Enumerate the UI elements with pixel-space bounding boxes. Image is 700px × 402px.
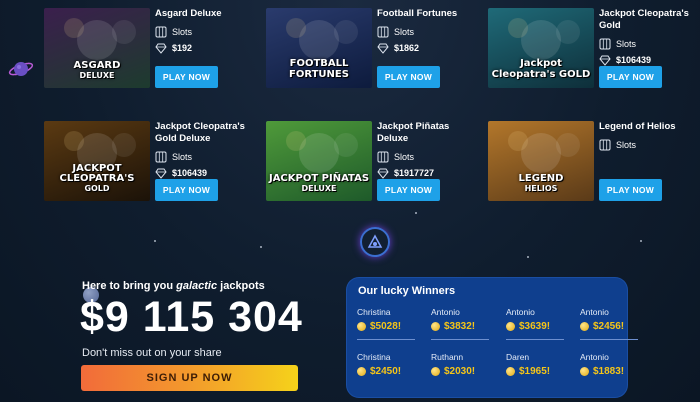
star-decoration [415, 212, 417, 214]
play-now-button[interactable]: PLAY NOW [155, 179, 218, 201]
game-thumbnail[interactable]: LEGEND HELIOS [488, 121, 594, 201]
sign-up-button[interactable]: SIGN UP NOW [81, 365, 298, 391]
game-tile[interactable]: LEGEND HELIOS Legend of Helios Slots PLAY… [488, 121, 698, 203]
winner-divider [506, 339, 564, 340]
jackpot-subtext: Don't miss out on your share [82, 347, 222, 359]
coin-icon [580, 367, 589, 376]
game-thumbnail[interactable]: FOOTBALL FORTUNES [266, 8, 372, 88]
game-tile[interactable]: JACKPOT PIÑATAS DELUXE Jackpot Piñatas De… [266, 121, 476, 203]
game-category: Slots [155, 26, 192, 38]
winner-divider [580, 339, 638, 340]
winner-name: Antonio [431, 307, 460, 317]
winner-divider [431, 339, 489, 340]
game-name[interactable]: Jackpot Cleopatra's Gold [599, 8, 699, 32]
game-jackpot: $1917727 [377, 167, 434, 179]
game-jackpot: $1862 [377, 42, 419, 54]
game-name[interactable]: Jackpot Cleopatra's Gold Deluxe [155, 121, 255, 145]
jackpot-amount: $9 115 304 [80, 293, 303, 341]
slot-machine-icon [377, 26, 389, 38]
coin-icon [506, 367, 515, 376]
diamond-icon [155, 43, 167, 54]
game-thumbnail[interactable]: Jackpot Cleopatra's GOLD [488, 8, 594, 88]
game-name[interactable]: Legend of Helios [599, 121, 699, 133]
slot-machine-icon [377, 151, 389, 163]
star-decoration [260, 246, 262, 248]
coin-icon [506, 322, 515, 331]
diamond-icon [155, 168, 167, 179]
coin-icon [431, 367, 440, 376]
slot-machine-icon [599, 139, 611, 151]
winners-panel: Our lucky Winners Christina $5028! Anton… [347, 278, 638, 397]
game-name[interactable]: Jackpot Piñatas Deluxe [377, 121, 477, 145]
game-category: Slots [377, 26, 414, 38]
winner-amount: $1883! [593, 366, 625, 377]
slot-machine-icon [155, 26, 167, 38]
coin-icon [357, 322, 366, 331]
winner-amount: $1965! [519, 366, 551, 377]
winner-entry: Christina $2450! [357, 352, 419, 377]
winner-entry: Christina $5028! [357, 307, 419, 340]
coin-icon [431, 322, 440, 331]
planet-icon [8, 62, 34, 76]
game-jackpot: $106439 [599, 54, 651, 66]
coin-icon [357, 367, 366, 376]
winner-entry: Antonio $1883! [580, 352, 642, 377]
star-decoration [154, 240, 156, 242]
winner-name: Antonio [580, 307, 609, 317]
game-thumbnail[interactable]: ASGARD DELUXE [44, 8, 150, 88]
coin-icon [580, 322, 589, 331]
winner-entry: Antonio $3639! [506, 307, 568, 340]
winner-entry: Ruthann $2030! [431, 352, 493, 377]
winner-amount: $2456! [593, 321, 625, 332]
play-now-button[interactable]: PLAY NOW [155, 66, 218, 88]
play-now-button[interactable]: PLAY NOW [599, 179, 662, 201]
game-jackpot: $192 [155, 42, 192, 54]
diamond-icon [377, 168, 389, 179]
winner-name: Ruthann [431, 352, 464, 362]
winner-name: Christina [357, 307, 391, 317]
winner-amount: $3832! [444, 321, 476, 332]
winner-amount: $2450! [370, 366, 402, 377]
game-thumbnail[interactable]: JACKPOT PIÑATAS DELUXE [266, 121, 372, 201]
winner-name: Antonio [580, 352, 609, 362]
game-tile[interactable]: FOOTBALL FORTUNES Football Fortunes Slot… [266, 8, 476, 90]
winner-amount: $3639! [519, 321, 551, 332]
game-tile[interactable]: Jackpot Cleopatra's GOLD Jackpot Cleopat… [488, 8, 698, 90]
game-thumbnail[interactable]: JACKPOT CLEOPATRA'S GOLD [44, 121, 150, 201]
star-decoration [527, 256, 529, 258]
winner-divider [357, 339, 415, 340]
game-jackpot: $106439 [155, 167, 207, 179]
game-category: Slots [599, 139, 636, 151]
game-category: Slots [155, 151, 192, 163]
winner-entry: Antonio $2456! [580, 307, 642, 340]
game-tile[interactable]: JACKPOT CLEOPATRA'S GOLD Jackpot Cleopatr… [44, 121, 254, 203]
winner-amount: $5028! [370, 321, 402, 332]
play-now-button[interactable]: PLAY NOW [377, 66, 440, 88]
play-now-button[interactable]: PLAY NOW [377, 179, 440, 201]
game-category: Slots [377, 151, 414, 163]
brand-emblem-icon [360, 227, 390, 257]
winner-name: Antonio [506, 307, 535, 317]
diamond-icon [377, 43, 389, 54]
winners-title: Our lucky Winners [358, 285, 456, 297]
winner-name: Christina [357, 352, 391, 362]
winner-name: Daren [506, 352, 530, 362]
game-tile[interactable]: ASGARD DELUXE Asgard Deluxe Slots $192 PL… [44, 8, 254, 90]
game-name[interactable]: Football Fortunes [377, 8, 477, 20]
slot-machine-icon [155, 151, 167, 163]
winner-entry: Daren $1965! [506, 352, 568, 377]
winner-amount: $2030! [444, 366, 476, 377]
game-name[interactable]: Asgard Deluxe [155, 8, 255, 20]
star-decoration [640, 240, 642, 242]
winner-entry: Antonio $3832! [431, 307, 493, 340]
game-category: Slots [599, 38, 636, 50]
play-now-button[interactable]: PLAY NOW [599, 66, 662, 88]
slot-machine-icon [599, 38, 611, 50]
jackpot-tagline: Here to bring you galactic jackpots [82, 280, 265, 292]
diamond-icon [599, 55, 611, 66]
